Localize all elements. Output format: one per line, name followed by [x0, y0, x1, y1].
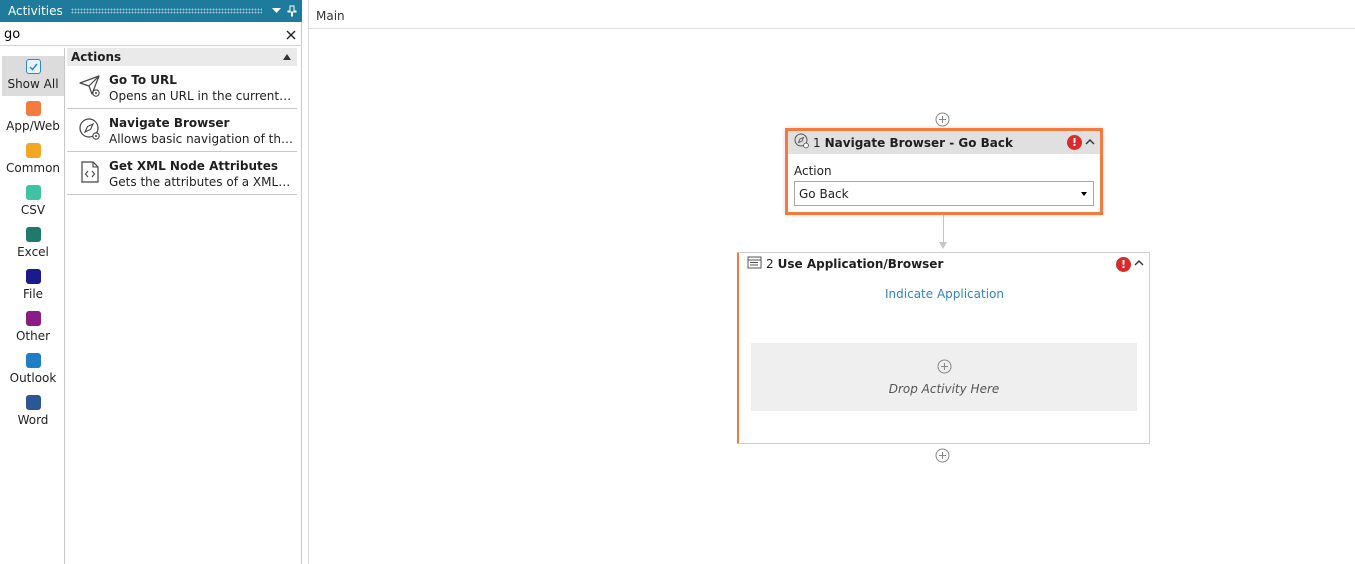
activity-card-header[interactable]: 2 Use Application/Browser !	[739, 253, 1149, 275]
pin-icon[interactable]	[286, 5, 298, 17]
indicate-application-link[interactable]: Indicate Application	[739, 287, 1150, 301]
activities-panel-header: Activities	[0, 0, 302, 22]
category-label: Word	[17, 413, 49, 427]
breadcrumb-bar: Main	[309, 0, 1355, 29]
action-field-label: Action	[794, 164, 832, 178]
activity-description: Allows basic navigation of the browser	[109, 132, 293, 146]
category-label: CSV	[20, 203, 46, 217]
arrow-down-icon	[939, 242, 947, 249]
category-label: Excel	[17, 245, 49, 259]
category-word[interactable]: Word	[2, 392, 64, 432]
activity-item-go-to-url[interactable]: Go To URL Opens an URL in the current br…	[67, 66, 297, 109]
activity-results-list: Actions Go To URL Opens an URL in the cu…	[67, 48, 297, 195]
outlook-icon	[25, 353, 41, 368]
category-label: App/Web	[6, 119, 60, 133]
error-icon[interactable]: !	[1116, 256, 1131, 272]
sequence-connector	[943, 215, 944, 244]
close-icon[interactable]	[280, 24, 302, 46]
caret-down-icon	[1081, 192, 1087, 196]
add-activity-plus-icon[interactable]	[935, 112, 950, 127]
browser-window-icon	[747, 255, 763, 274]
send-icon	[78, 74, 102, 98]
activity-card-use-application-browser[interactable]: 2 Use Application/Browser ! Indicate App…	[737, 252, 1150, 444]
chevron-up-icon[interactable]	[1133, 257, 1145, 271]
category-label: Other	[15, 329, 51, 343]
category-excel[interactable]: Excel	[2, 224, 64, 264]
compass-icon	[794, 133, 810, 152]
category-common[interactable]: Common	[2, 140, 64, 180]
checkbox-icon	[25, 59, 41, 74]
activity-description: Opens an URL in the current browser	[109, 89, 293, 103]
search-row	[0, 24, 302, 46]
error-icon[interactable]: !	[1067, 135, 1082, 150]
breadcrumb[interactable]: Main	[316, 9, 345, 23]
category-app-web[interactable]: App/Web	[2, 98, 64, 138]
activity-title: Go To URL	[109, 73, 177, 87]
category-label: Show All	[7, 77, 59, 91]
action-dropdown-value: Go Back	[799, 186, 849, 201]
activity-card-header[interactable]: 1 Navigate Browser - Go Back !	[788, 131, 1100, 154]
file-icon	[25, 269, 41, 284]
action-dropdown[interactable]: Go Back	[794, 181, 1094, 206]
xml-file-icon	[78, 160, 102, 184]
activity-item-get-xml-node-attributes[interactable]: Get XML Node Attributes Gets the attribu…	[67, 152, 297, 195]
drop-activity-zone[interactable]: Drop Activity Here	[751, 343, 1137, 411]
collapse-triangle-icon[interactable]	[283, 54, 291, 60]
activity-description: Gets the attributes of a XML Node	[109, 175, 293, 189]
category-label: Outlook	[9, 371, 57, 385]
search-input[interactable]	[0, 24, 280, 45]
category-other[interactable]: Other	[2, 308, 64, 348]
activity-title: Get XML Node Attributes	[109, 159, 279, 173]
activity-title: Use Application/Browser	[777, 257, 944, 271]
activity-card-navigate-browser[interactable]: 1 Navigate Browser - Go Back ! Action Go…	[785, 128, 1103, 215]
category-label: File	[22, 287, 44, 301]
compass-icon	[78, 117, 102, 141]
activity-item-navigate-browser[interactable]: Navigate Browser Allows basic navigation…	[67, 109, 297, 152]
section-header-actions[interactable]: Actions	[67, 48, 297, 66]
activity-title: Navigate Browser - Go Back	[824, 135, 1013, 150]
panel-drag-grip[interactable]	[70, 8, 262, 14]
panel-title: Activities	[8, 4, 63, 18]
category-list: Show All App/Web Common CSV Excel File O…	[0, 48, 65, 564]
dropdown-icon[interactable]	[270, 5, 282, 17]
activity-title: Navigate Browser	[109, 116, 230, 130]
category-show-all[interactable]: Show All	[2, 56, 64, 96]
category-label: Common	[5, 161, 61, 175]
section-title: Actions	[71, 50, 122, 64]
activity-number: 1	[813, 135, 821, 150]
common-icon	[25, 143, 41, 158]
chevron-up-icon[interactable]	[1084, 136, 1096, 150]
designer-canvas[interactable]: Main 1 Navigate Browser - Go Back ! Acti…	[308, 0, 1355, 564]
other-icon	[25, 311, 41, 326]
csv-icon	[25, 185, 41, 200]
excel-icon	[25, 227, 41, 242]
activities-panel: Activities Show All App/Web Common	[0, 0, 302, 564]
drop-activity-text: Drop Activity Here	[888, 381, 1000, 396]
category-csv[interactable]: CSV	[2, 182, 64, 222]
category-file[interactable]: File	[2, 266, 64, 306]
add-activity-plus-icon[interactable]	[937, 359, 952, 377]
activity-number: 2	[766, 257, 774, 271]
category-outlook[interactable]: Outlook	[2, 350, 64, 390]
add-activity-plus-icon[interactable]	[935, 448, 950, 463]
app-web-icon	[25, 101, 41, 116]
word-icon	[25, 395, 41, 410]
